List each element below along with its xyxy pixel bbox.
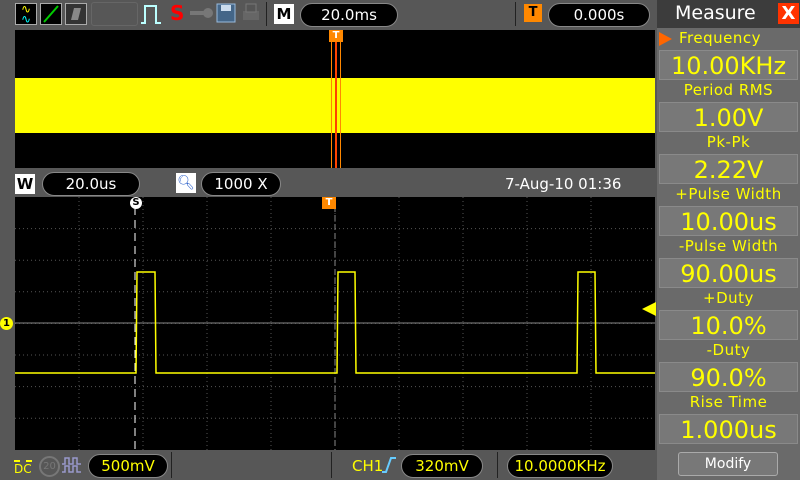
print-icon[interactable] — [241, 3, 261, 23]
pulse-icon[interactable] — [140, 3, 162, 25]
coupling-icon: DC — [14, 460, 32, 476]
datetime: 7-Aug-10 01:36 — [505, 175, 622, 193]
measure-value: 1.00V — [659, 102, 798, 132]
measure-value: 90.00us — [659, 258, 798, 288]
measure-title: Measure — [675, 2, 756, 24]
measure-label[interactable]: +Duty — [657, 289, 800, 307]
measure-panel: Measure X Frequency 10.00KHz Period RMS 1.0… — [657, 0, 800, 480]
measure-value: 2.22V — [659, 154, 798, 184]
divider — [331, 452, 332, 478]
measure-value: 1.000us — [659, 414, 798, 444]
measure-value: 90.0% — [659, 362, 798, 392]
measure-label[interactable]: Pk-Pk — [657, 133, 800, 151]
toolbar: ∿ ∿ S M 20.0ms T 0.000s — [0, 0, 657, 28]
s-marker: S — [130, 197, 142, 209]
measure-value: 10.0% — [659, 310, 798, 340]
trigger-channel: CH1 — [352, 457, 384, 475]
trigger-line — [335, 38, 337, 168]
trigger-level[interactable]: 320mV — [401, 454, 483, 478]
measure-value: 10.00us — [659, 206, 798, 236]
rising-edge-icon — [382, 457, 396, 473]
divider — [515, 2, 516, 26]
cursor-line-icon[interactable] — [40, 3, 62, 25]
divider — [497, 452, 498, 478]
magnifier-icon: 🔍︎ — [176, 173, 196, 193]
graticule — [15, 197, 655, 450]
measure-value: 10.00KHz — [659, 50, 798, 80]
measure-label[interactable]: -Pulse Width — [657, 237, 800, 255]
persistence-icon[interactable] — [65, 3, 87, 25]
measure-label[interactable]: Frequency — [657, 29, 800, 47]
probe-icon — [62, 457, 81, 473]
trigger-position-value[interactable]: 0.000s — [548, 3, 650, 27]
measure-label[interactable]: Rise Time — [657, 393, 800, 411]
trigger-position-icon: T — [524, 4, 542, 22]
main-waveform-display — [15, 197, 655, 450]
single-s-icon[interactable]: S — [170, 1, 184, 25]
trigger-level-marker[interactable] — [642, 302, 656, 316]
window-timebase[interactable]: 20.0us — [42, 172, 140, 196]
modify-button[interactable]: Modify — [678, 452, 778, 476]
key-icon[interactable] — [190, 6, 214, 20]
waveform-icon[interactable]: ∿ ∿ — [15, 3, 37, 25]
save-icon[interactable] — [216, 3, 236, 23]
divider — [266, 2, 267, 26]
trigger-marker: T — [329, 30, 343, 42]
measure-label[interactable]: Period RMS — [657, 81, 800, 99]
trigger-marker-main: T — [322, 197, 336, 209]
window-icon: W — [15, 174, 35, 194]
close-icon[interactable]: X — [778, 3, 799, 24]
timebase-value[interactable]: 20.0ms — [300, 3, 398, 27]
overview-waveform: T — [15, 30, 655, 168]
main-timebase-icon: M — [274, 4, 294, 24]
measure-label[interactable]: -Duty — [657, 341, 800, 359]
zoom-factor[interactable]: 1000 X — [201, 172, 281, 196]
frequency-counter: 10.0000KHz — [507, 454, 613, 478]
volts-per-div[interactable]: 500mV — [88, 454, 168, 478]
empty-slot — [91, 2, 138, 26]
divider — [171, 452, 172, 478]
bandwidth-limit-icon: 20 — [39, 456, 60, 477]
channel1-marker[interactable]: 1 — [0, 317, 13, 330]
measure-label[interactable]: +Pulse Width — [657, 185, 800, 203]
